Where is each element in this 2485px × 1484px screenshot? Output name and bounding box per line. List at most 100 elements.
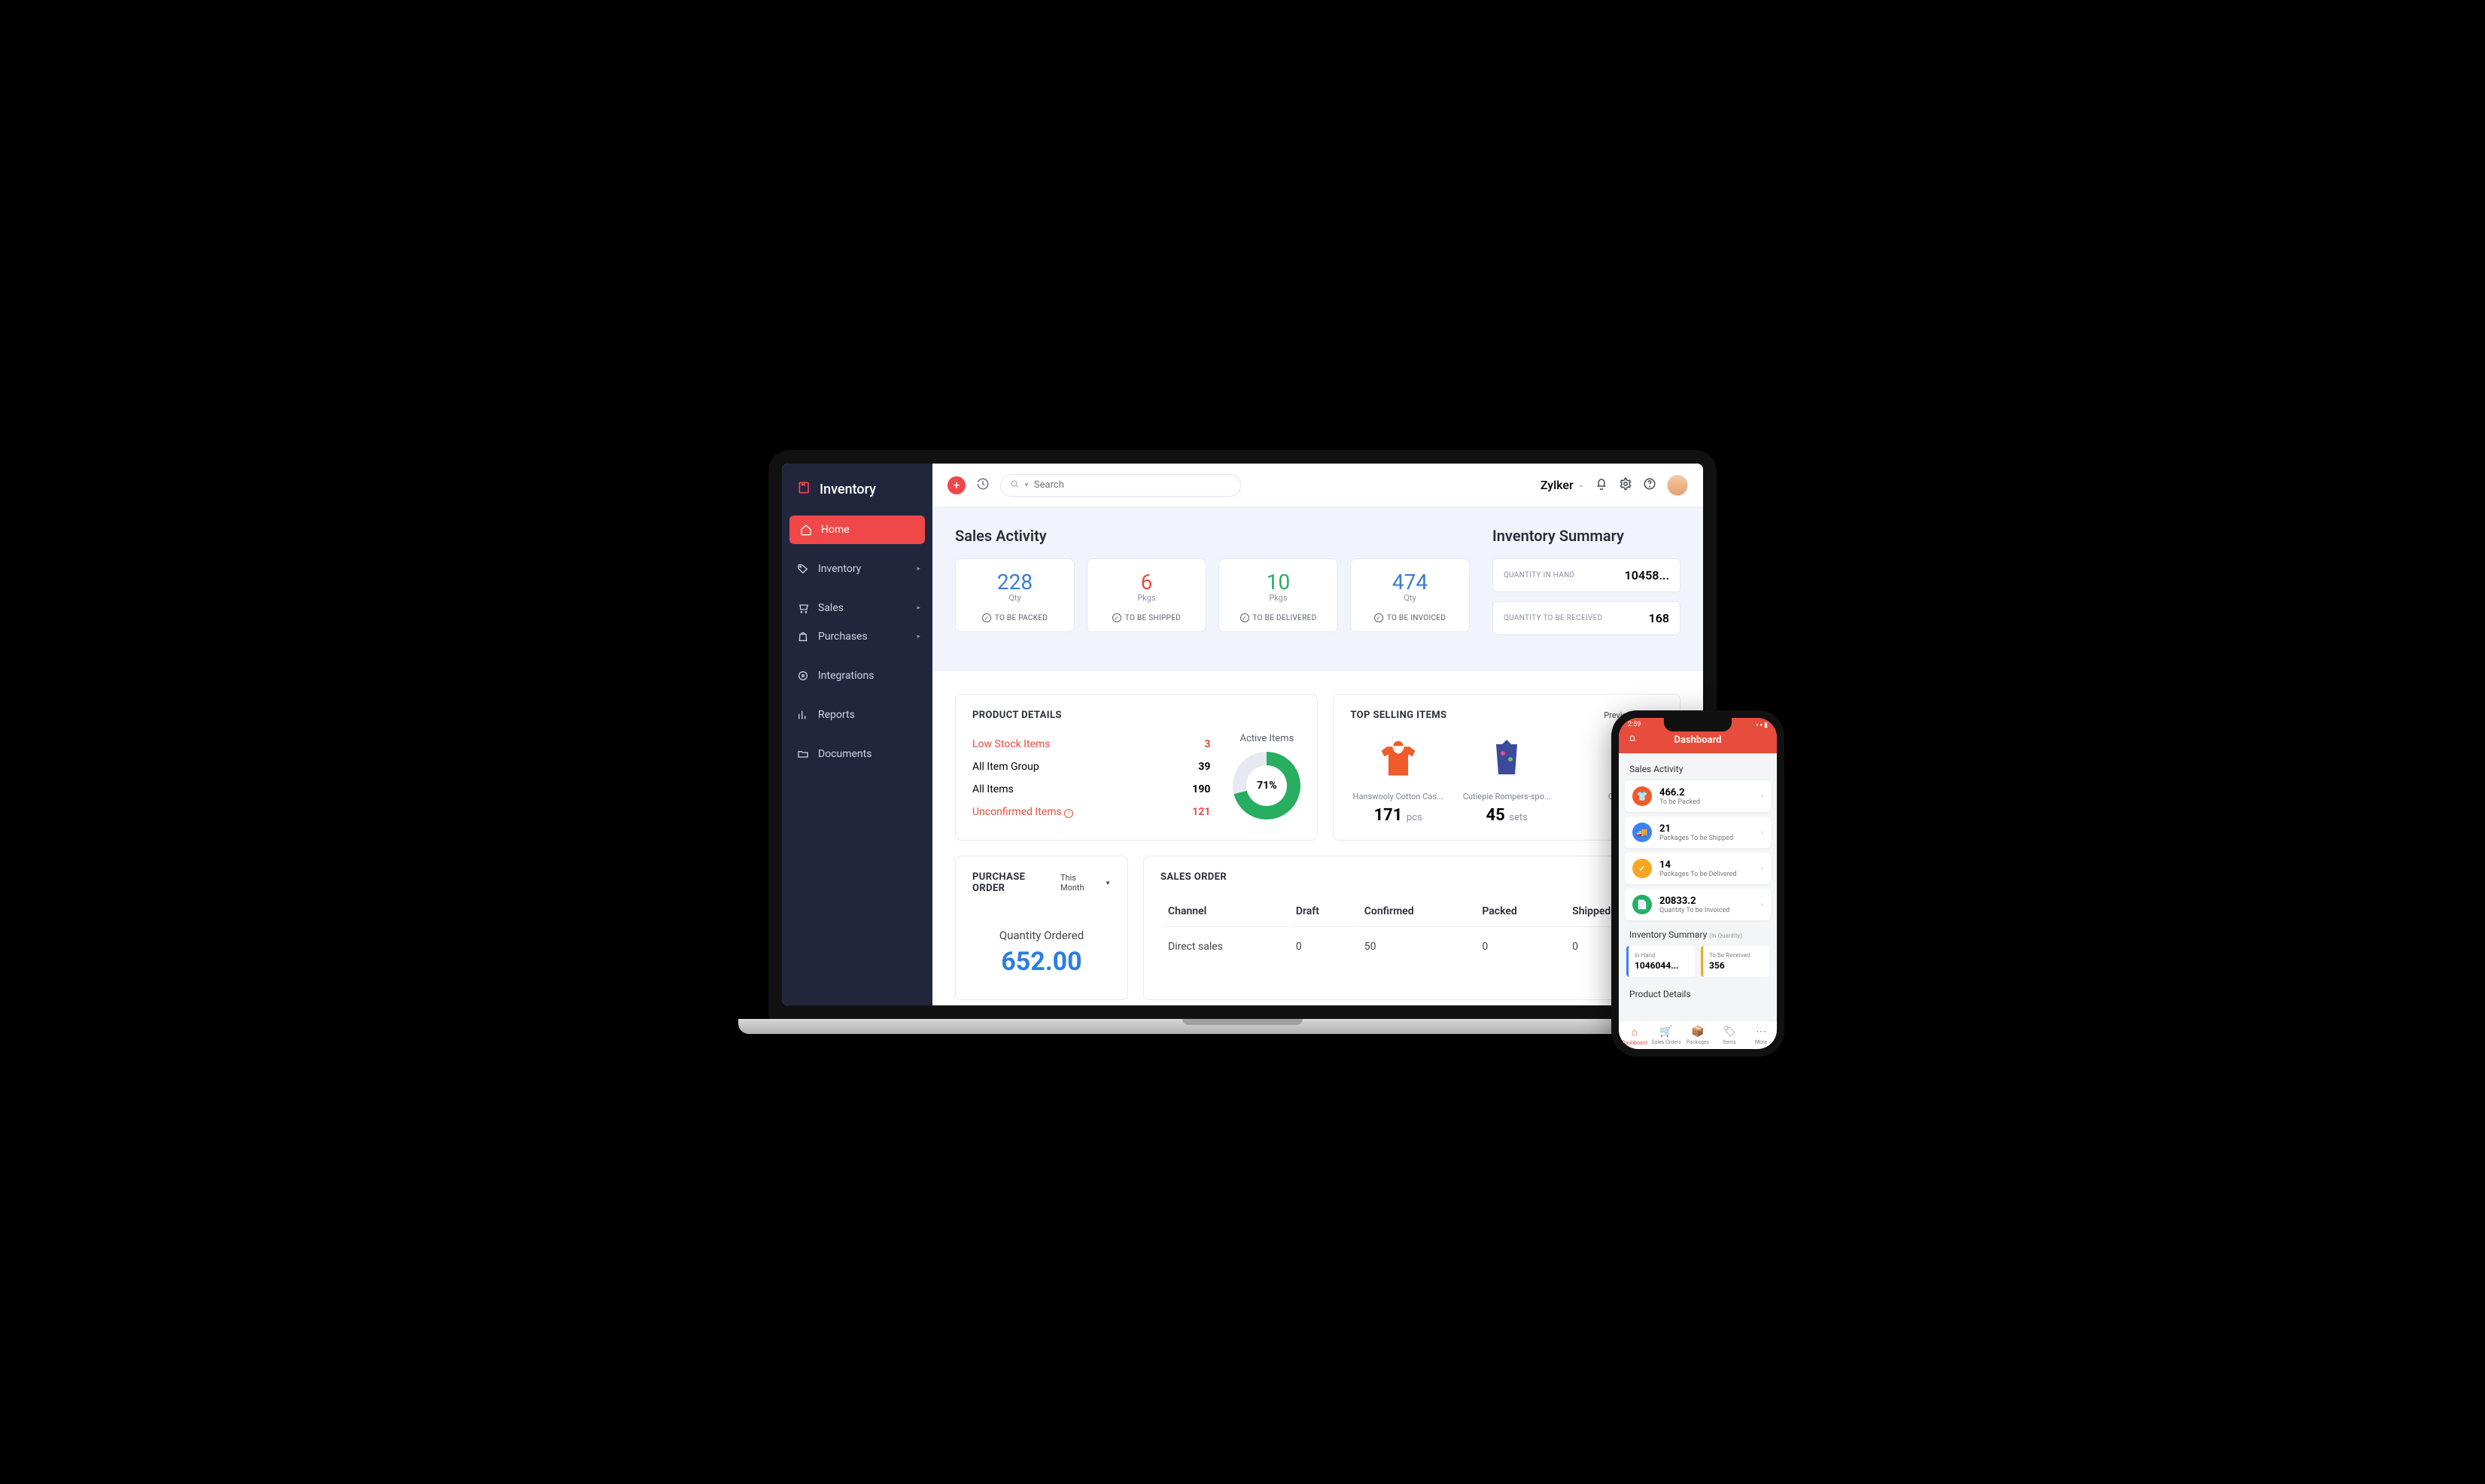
phone-activity-card[interactable]: 🚚 21Packages To be Shipped › xyxy=(1625,817,1771,848)
gear-icon[interactable] xyxy=(1619,477,1632,494)
tab-icon: ⋯ xyxy=(1745,1026,1777,1038)
so-packed: 0 xyxy=(1476,929,1565,965)
sidebar-item-documents[interactable]: Documents xyxy=(782,740,932,768)
phone-tab-items[interactable]: 🏷 Items xyxy=(1714,1026,1745,1046)
folder-icon xyxy=(797,748,809,760)
purchase-order-period[interactable]: This Month ▼ xyxy=(1060,873,1111,893)
product-row-label: All Items xyxy=(972,783,1014,795)
phone-summary-card: In Hand 1046044... xyxy=(1626,946,1695,977)
integrations-icon xyxy=(797,670,809,682)
phone-tab-sales orders[interactable]: 🛒 Sales Orders xyxy=(1650,1026,1682,1046)
search-field[interactable] xyxy=(1034,479,1231,491)
phone-card-sub: Packages To be Shipped xyxy=(1659,835,1753,842)
table-row: Direct sales 0 50 0 0 xyxy=(1162,929,1662,965)
so-channel: Direct sales xyxy=(1162,929,1288,965)
product-image xyxy=(1350,733,1446,786)
sidebar-item-integrations[interactable]: Integrations xyxy=(782,661,932,690)
top-selling-item[interactable]: Cutiepie Rompers-spo... 45 sets xyxy=(1459,733,1555,825)
activity-card[interactable]: 474 Qty ✓TO BE INVOICED xyxy=(1350,558,1470,632)
inventory-logo-icon xyxy=(797,480,812,499)
bell-icon[interactable] xyxy=(1595,477,1608,494)
phone-card-value: 21 xyxy=(1659,823,1753,835)
bell-icon[interactable] xyxy=(1628,734,1637,747)
product-name: Cutiepie Rompers-spo... xyxy=(1459,792,1555,801)
activity-value: 6 xyxy=(1095,570,1198,595)
phone-activity-card[interactable]: 👕 466.2To be Packed › xyxy=(1625,780,1771,812)
phone-card-icon: ✓ xyxy=(1632,859,1652,878)
tab-label: Packages xyxy=(1687,1039,1709,1045)
top-selling-item[interactable]: Hanswooly Cotton Cas... 171 pcs xyxy=(1350,733,1446,825)
sidebar-item-inventory[interactable]: Inventory ▸ xyxy=(782,555,932,583)
product-image xyxy=(1459,733,1555,786)
table-header: Packed xyxy=(1476,896,1565,927)
product-row[interactable]: All Item Group 39 xyxy=(972,756,1210,778)
sidebar-item-reports[interactable]: Reports xyxy=(782,701,932,729)
sales-order-title: SALES ORDER xyxy=(1160,871,1227,883)
phone-prod-title: Product Details xyxy=(1625,986,1771,1005)
nav-label: Reports xyxy=(818,709,855,721)
help-icon[interactable] xyxy=(1643,477,1656,494)
product-row[interactable]: Low Stock Items 3 xyxy=(972,733,1210,756)
phone-summary-sub: (In Quantity) xyxy=(1709,932,1742,939)
phone-card-icon: 👕 xyxy=(1632,786,1652,806)
phone-tab-packages[interactable]: 📦 Packages xyxy=(1682,1026,1714,1046)
table-header: Channel xyxy=(1162,896,1288,927)
org-switcher[interactable]: Zylker ⌄ xyxy=(1541,478,1584,492)
tag-icon xyxy=(797,563,809,575)
phone-status-icons: ▪ ▪ ▮ xyxy=(1756,721,1768,731)
product-row-label: Unconfirmed Items ! xyxy=(972,806,1073,818)
phone-activity-card[interactable]: ✓ 14Packages To be Delivered › xyxy=(1625,853,1771,884)
product-row[interactable]: All Items 190 xyxy=(972,778,1210,801)
nav-label: Documents xyxy=(818,748,871,760)
phone-summary-value: 1046044... xyxy=(1635,960,1689,971)
phone-activity-card[interactable]: 📄 20833.2Quantity To be Invoiced › xyxy=(1625,889,1771,920)
activity-card[interactable]: 10 Pkgs ✓TO BE DELIVERED xyxy=(1218,558,1338,632)
phone-card-icon: 📄 xyxy=(1632,895,1652,914)
purchase-order-title: PURCHASE ORDER xyxy=(972,871,1060,894)
home-icon xyxy=(800,524,812,536)
warn-icon: ! xyxy=(1064,809,1073,818)
phone-card-sub: Packages To be Delivered xyxy=(1659,871,1753,878)
phone-tab-more[interactable]: ⋯ More xyxy=(1745,1026,1777,1046)
activity-card[interactable]: 6 Pkgs ✓TO BE SHIPPED xyxy=(1087,558,1206,632)
table-header: Draft xyxy=(1290,896,1357,927)
product-row[interactable]: Unconfirmed Items ! 121 xyxy=(972,801,1210,823)
check-icon: ✓ xyxy=(1374,613,1383,622)
phone-summary-label: To Be Received xyxy=(1709,952,1763,959)
sidebar-item-purchases[interactable]: Purchases ▸ xyxy=(782,622,932,651)
activity-label: ✓TO BE SHIPPED xyxy=(1095,613,1198,622)
search-input[interactable]: ▼ xyxy=(1000,474,1241,497)
check-icon: ✓ xyxy=(982,613,991,622)
phone-tab-dashboard[interactable]: ⌂ Dashboard xyxy=(1619,1026,1650,1046)
tab-label: Dashboard xyxy=(1622,1040,1647,1046)
sidebar-item-home[interactable]: Home xyxy=(789,515,925,544)
phone-card-value: 466.2 xyxy=(1659,787,1753,798)
summary-label: QUANTITY TO BE RECEIVED xyxy=(1504,614,1603,622)
sales-activity-title: Sales Activity xyxy=(955,527,1470,545)
topbar: + ▼ Zylker ⌄ xyxy=(932,464,1703,507)
tab-icon: ⌂ xyxy=(1619,1026,1650,1038)
activity-value: 474 xyxy=(1358,570,1461,595)
phone-mockup: 2:59 ▪ ▪ ▮ Dashboard Sales Activity 👕 46… xyxy=(1611,710,1784,1057)
add-button[interactable]: + xyxy=(947,476,966,494)
chevron-right-icon: › xyxy=(1761,865,1763,873)
sidebar-item-sales[interactable]: Sales ▸ xyxy=(782,594,932,622)
chart-icon xyxy=(797,709,809,721)
brand: Inventory xyxy=(782,464,932,515)
qty-ordered-label: Quantity Ordered xyxy=(980,929,1103,942)
activity-card[interactable]: 228 Qty ✓TO BE PACKED xyxy=(955,558,1075,632)
check-icon: ✓ xyxy=(1240,613,1249,622)
chevron-right-icon: ▸ xyxy=(917,565,920,573)
product-qty: 171 pcs xyxy=(1350,806,1446,825)
chevron-right-icon: › xyxy=(1761,901,1763,909)
chevron-right-icon: › xyxy=(1761,829,1763,837)
phone-summary-value: 356 xyxy=(1709,960,1763,971)
product-row-value: 190 xyxy=(1192,783,1210,795)
phone-card-value: 14 xyxy=(1659,859,1753,871)
phone-sales-title: Sales Activity xyxy=(1625,761,1771,780)
avatar[interactable] xyxy=(1667,475,1688,496)
activity-value: 10 xyxy=(1227,570,1330,595)
summary-value: 10458... xyxy=(1625,568,1669,582)
history-icon[interactable] xyxy=(976,477,990,494)
tab-icon: 🏷 xyxy=(1714,1026,1745,1038)
